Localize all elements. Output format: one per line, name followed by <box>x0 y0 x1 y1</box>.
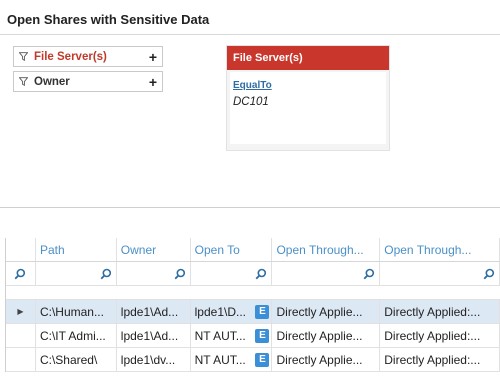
column-header-open-to[interactable]: Open To <box>191 238 273 261</box>
open-to-value: NT AUT... <box>194 328 246 343</box>
expand-badge-icon[interactable]: E <box>255 304 270 319</box>
column-filter-open-to[interactable] <box>191 262 273 285</box>
filter-card-header: File Server(s) <box>227 46 389 70</box>
open-to-value: NT AUT... <box>194 352 246 367</box>
search-icon <box>100 268 111 279</box>
row-header-corner <box>6 238 36 261</box>
grid-group-spacer <box>6 286 500 300</box>
filter-operator-link[interactable]: EqualTo <box>233 80 272 91</box>
cell-open-to[interactable]: lpde1\D... E <box>191 300 273 323</box>
add-filter-button[interactable]: + <box>144 74 162 90</box>
grid-filter-row <box>6 262 500 286</box>
results-grid: Path Owner Open To Open Through... Open … <box>5 238 500 372</box>
expand-badge-icon[interactable]: E <box>255 352 270 367</box>
active-filter-card: File Server(s) EqualTo DC101 <box>226 45 390 151</box>
cell-open-to[interactable]: NT AUT... E <box>191 324 273 347</box>
column-filter-path[interactable] <box>36 262 117 285</box>
cell-owner[interactable]: lpde1\Ad... <box>117 300 191 323</box>
cell-open-through-1[interactable]: Directly Applie... <box>272 324 381 347</box>
filter-label: File Server(s) <box>34 50 107 63</box>
funnel-icon <box>19 77 28 86</box>
filter-owner[interactable]: Owner + <box>13 71 163 92</box>
grid-header-row: Path Owner Open To Open Through... Open … <box>6 238 500 262</box>
section-divider <box>0 207 500 208</box>
row-header[interactable] <box>6 348 36 371</box>
search-icon <box>363 268 375 279</box>
table-row[interactable]: C:\Shared\ lpde1\dv... NT AUT... E Direct… <box>6 348 500 372</box>
search-icon <box>174 268 185 279</box>
cell-open-to[interactable]: NT AUT... E <box>191 348 273 371</box>
cell-open-through-1[interactable]: Directly Applie... <box>272 348 381 371</box>
cell-open-through-2[interactable]: Directly Applied:... <box>380 348 500 371</box>
cell-open-through-2[interactable]: Directly Applied:... <box>380 324 500 347</box>
cell-open-through-2[interactable]: Directly Applied:... <box>380 300 500 323</box>
title-divider <box>0 34 500 35</box>
cell-path[interactable]: C:\Human... <box>36 300 117 323</box>
column-header-open-through-2[interactable]: Open Through... <box>380 238 500 261</box>
filter-value: DC101 <box>233 96 269 108</box>
expand-badge-icon[interactable]: E <box>255 328 270 343</box>
search-icon <box>483 268 495 279</box>
open-to-value: lpde1\D... <box>194 304 247 319</box>
column-header-path[interactable]: Path <box>36 238 117 261</box>
column-header-owner[interactable]: Owner <box>117 238 191 261</box>
cell-owner[interactable]: lpde1\Ad... <box>117 324 191 347</box>
table-row[interactable]: ▶ C:\Human... lpde1\Ad... lpde1\D... E Di… <box>6 300 500 324</box>
column-filter-open-through-1[interactable] <box>272 262 381 285</box>
cell-owner[interactable]: lpde1\dv... <box>117 348 191 371</box>
funnel-icon <box>19 52 28 61</box>
row-header[interactable]: ▶ <box>6 300 36 323</box>
cell-path[interactable]: C:\Shared\ <box>36 348 117 371</box>
page-title: Open Shares with Sensitive Data <box>7 12 210 27</box>
row-header[interactable] <box>6 324 36 347</box>
filter-label: Owner <box>34 75 70 88</box>
add-filter-button[interactable]: + <box>144 49 162 65</box>
filter-card-body: EqualTo DC101 <box>230 72 386 144</box>
cell-open-through-1[interactable]: Directly Applie... <box>272 300 381 323</box>
cell-path[interactable]: C:\IT Admi... <box>36 324 117 347</box>
search-icon <box>256 268 267 279</box>
filter-file-servers[interactable]: File Server(s) + <box>13 46 163 67</box>
filter-row-header[interactable] <box>6 262 36 285</box>
current-row-indicator-icon: ▶ <box>17 307 24 316</box>
column-filter-open-through-2[interactable] <box>380 262 500 285</box>
column-filter-owner[interactable] <box>117 262 191 285</box>
table-row[interactable]: C:\IT Admi... lpde1\Ad... NT AUT... E Dir… <box>6 324 500 348</box>
column-header-open-through-1[interactable]: Open Through... <box>272 238 381 261</box>
search-icon <box>15 268 26 279</box>
